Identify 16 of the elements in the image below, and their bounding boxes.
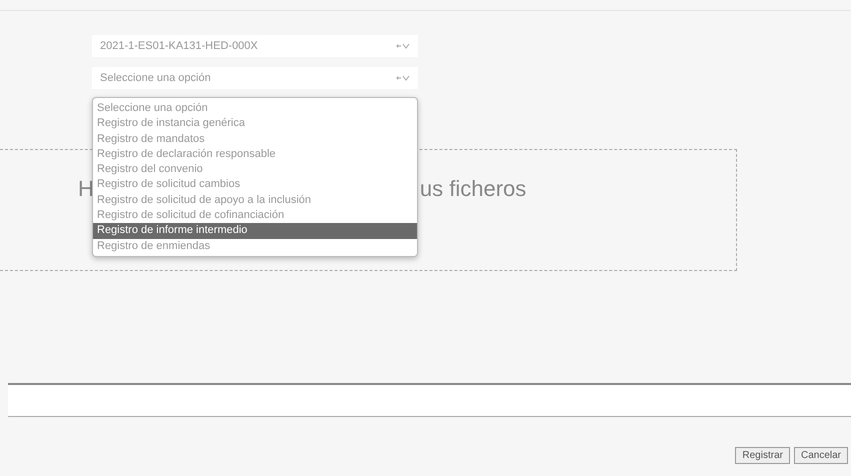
dropdown-option[interactable]: Registro de informe intermedio [93, 223, 417, 239]
dropdown-option[interactable]: Registro de enmiendas [93, 238, 417, 254]
dropdown-option[interactable]: Registro de declaración responsable [93, 146, 417, 162]
select-field[interactable]: Seleccione una opción [92, 67, 418, 89]
form-button[interactable]: Cancelar [794, 447, 848, 464]
dropdown-option[interactable]: Registro de solicitud de apoyo a la inclusión [93, 192, 417, 208]
dropdown-option[interactable]: Registro del convenio [93, 162, 417, 178]
dropdown-option[interactable]: Registro de instancia genérica [93, 116, 417, 132]
form-button[interactable]: Registrar [735, 447, 790, 464]
dropdown-option[interactable]: Registro de mandatos [93, 132, 417, 147]
drop-zone-text: H [78, 176, 94, 202]
dropdown-option[interactable]: Registro de solicitud cambios [93, 177, 417, 193]
drop-zone-text: us ficheros [420, 176, 526, 202]
dropdown-option[interactable]: Registro de solicitud de cofinanciación [93, 208, 417, 224]
select-field[interactable]: 2021-1-ES01-KA131-HED-000X [92, 35, 418, 57]
dropdown-option[interactable]: Seleccione una opción [93, 101, 417, 116]
